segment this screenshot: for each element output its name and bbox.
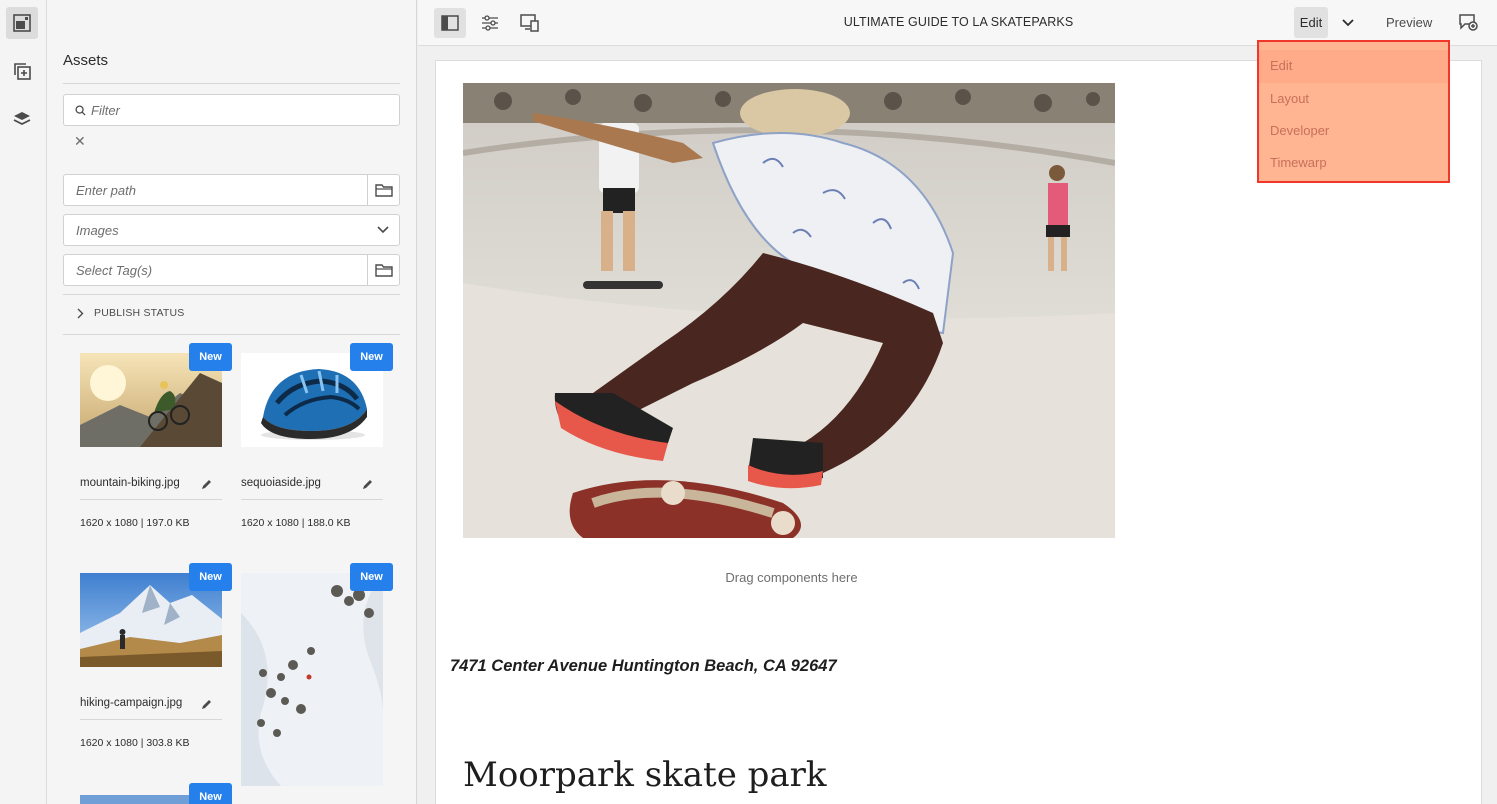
path-field[interactable]: Enter path — [63, 174, 400, 206]
menu-item-edit[interactable]: Edit — [1259, 50, 1448, 83]
drop-zone-hint[interactable]: Drag components here — [436, 570, 1147, 585]
preview-button[interactable]: Preview — [1386, 15, 1432, 30]
address-text[interactable]: 7471 Center Avenue Huntington Beach, CA … — [450, 657, 837, 676]
components-icon[interactable] — [6, 55, 38, 87]
folder-icon[interactable] — [367, 175, 399, 205]
asset-meta: 1620 x 1080 | 188.0 KB — [241, 517, 351, 529]
panel-title: Assets — [63, 52, 109, 69]
chevron-down-icon[interactable] — [1342, 14, 1354, 32]
asset-type-value: Images — [76, 222, 119, 238]
menu-item-developer[interactable]: Developer — [1270, 123, 1329, 138]
new-badge: New — [189, 563, 232, 591]
filter-placeholder: Filter — [91, 102, 120, 118]
asset-filename: hiking-campaign.jpg — [80, 697, 183, 709]
new-badge: New — [350, 343, 393, 371]
section-heading[interactable]: Moorpark skate park — [463, 755, 827, 795]
asset-meta: 1620 x 1080 | 197.0 KB — [80, 517, 190, 529]
asset-filename: sequoiaside.jpg — [241, 477, 321, 489]
menu-item-layout[interactable]: Layout — [1270, 91, 1309, 106]
path-placeholder: Enter path — [76, 182, 136, 198]
divider — [241, 499, 383, 500]
tags-field[interactable]: Select Tag(s) — [63, 254, 400, 286]
mode-dropdown-menu: Edit Layout Developer Timewarp — [1257, 40, 1450, 183]
page-title: ULTIMATE GUIDE TO LA SKATEPARKS — [843, 15, 1074, 29]
asset-type-select[interactable]: Images — [63, 214, 400, 246]
assets-panel: Assets Filter ✕ Enter path Images Select… — [47, 0, 417, 804]
filter-input[interactable]: Filter — [63, 94, 400, 126]
chevron-right-icon — [77, 308, 84, 318]
search-icon — [64, 104, 86, 116]
assets-panel-icon[interactable] — [6, 7, 38, 39]
asset-meta: 1620 x 1080 | 303.8 KB — [80, 737, 190, 749]
divider — [63, 334, 400, 335]
side-rail — [0, 0, 47, 804]
divider — [63, 83, 400, 84]
clear-filter-button[interactable]: ✕ — [74, 133, 86, 150]
content-tree-icon[interactable] — [6, 103, 38, 135]
tags-placeholder: Select Tag(s) — [76, 262, 153, 278]
divider — [63, 294, 400, 295]
edit-pencil-icon[interactable] — [200, 478, 212, 496]
publish-status-toggle[interactable]: PUBLISH STATUS — [77, 307, 185, 319]
asset-filename: mountain-biking.jpg — [80, 477, 180, 489]
mode-edit-button[interactable]: Edit — [1294, 7, 1328, 38]
new-badge: New — [189, 343, 232, 371]
divider — [80, 719, 222, 720]
folder-icon[interactable] — [367, 255, 399, 285]
new-badge: New — [189, 783, 232, 804]
divider — [80, 499, 222, 500]
edit-pencil-icon[interactable] — [200, 698, 212, 716]
hero-image[interactable] — [463, 83, 1115, 538]
edit-pencil-icon[interactable] — [361, 478, 373, 496]
menu-item-timewarp[interactable]: Timewarp — [1270, 155, 1327, 170]
annotations-icon[interactable] — [1458, 12, 1478, 37]
new-badge: New — [350, 563, 393, 591]
chevron-down-icon — [367, 226, 399, 234]
publish-status-label: PUBLISH STATUS — [94, 307, 185, 319]
asset-thumbnail[interactable] — [241, 573, 383, 786]
